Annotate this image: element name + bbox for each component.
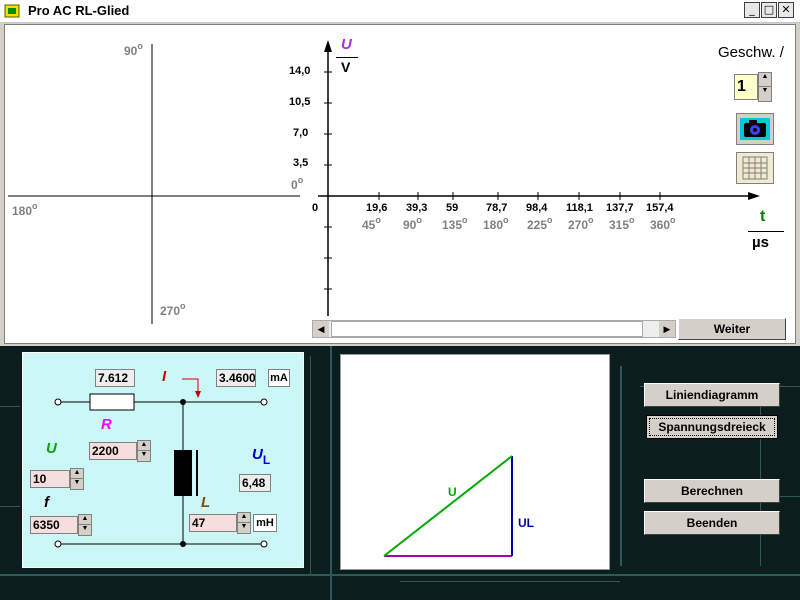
angle-tick-label: 45o — [362, 215, 381, 232]
resistance-spinner[interactable]: ▲ ▼ — [137, 440, 151, 462]
angle-tick-label: 270o — [568, 215, 594, 232]
spannungsdreieck-button[interactable]: Spannungsdreieck — [646, 415, 778, 439]
ul-vector-label: UL — [518, 516, 534, 530]
angle-label-270: 270o — [160, 301, 186, 318]
voltage-symbol: U — [46, 440, 57, 457]
weiter-button[interactable]: Weiter — [678, 318, 786, 340]
voltage-triangle — [383, 455, 513, 557]
minimize-button[interactable]: _ — [744, 2, 760, 18]
time-scrollbar[interactable]: ◀ ▶ — [312, 320, 676, 338]
angle-label-180: 180o — [12, 201, 38, 218]
frequency-spinner[interactable]: ▲ ▼ — [78, 514, 92, 536]
x-unit-symbol: t — [760, 208, 766, 225]
title-bar: Pro AC RL-Glied _ □ ✕ — [0, 0, 800, 23]
angle-tick-label: 225o — [527, 215, 553, 232]
resistance-input[interactable]: 2200 — [89, 442, 137, 460]
speed-input[interactable]: 1 — [734, 74, 758, 100]
berechnen-button[interactable]: Berechnen — [644, 479, 780, 503]
inductance-spinner[interactable]: ▲ ▼ — [237, 512, 251, 534]
angle-label-90: 90o — [124, 41, 143, 58]
grid-toggle-button[interactable] — [736, 152, 774, 184]
u-vector-label: U — [448, 485, 457, 499]
y-unit-label: V — [341, 59, 351, 75]
voltage-spinner[interactable]: ▲ ▼ — [70, 468, 84, 490]
inductor-voltage-field[interactable]: 6,48 — [239, 474, 271, 492]
x-tick-label: 59 — [446, 202, 459, 214]
x-tick-label: 137,7 — [606, 202, 634, 214]
x-unit-label: µs — [752, 234, 769, 251]
frequency-symbol: f — [44, 494, 49, 511]
current-unit: mA — [268, 369, 290, 387]
window-title: Pro AC RL-Glied — [28, 3, 130, 18]
close-button[interactable]: ✕ — [778, 2, 794, 18]
inductor-voltage-symbol: UL — [252, 446, 271, 467]
angle-tick-label: 180o — [483, 215, 509, 232]
app-icon — [4, 4, 20, 18]
x-tick-label: 157,4 — [646, 202, 674, 214]
x-tick-label: 118,1 — [566, 202, 593, 214]
snapshot-button[interactable] — [736, 113, 774, 145]
x-tick-label: 19,6 — [366, 202, 388, 214]
inductor-symbol: L — [201, 494, 211, 511]
speed-spinner[interactable]: ▲ ▼ — [758, 72, 772, 102]
y-tick-label: 3,5 — [293, 157, 309, 169]
x-tick-label: 78,7 — [486, 202, 508, 214]
current-value-field[interactable]: 3.4600 — [216, 369, 256, 387]
inductance-unit: mH — [253, 514, 277, 532]
grid-icon — [742, 156, 768, 180]
angle-tick-label: 135o — [442, 215, 468, 232]
current-symbol: I — [162, 368, 167, 385]
liniendiagramm-button[interactable]: Liniendiagramm — [644, 383, 780, 407]
frequency-input[interactable]: 6350 — [30, 516, 78, 534]
speed-label: Geschw. / — [718, 44, 784, 61]
phasor-circle-axes — [8, 44, 300, 324]
y-unit-fraction-line — [336, 57, 358, 58]
resistor-current-field[interactable]: 7.612 — [95, 369, 135, 387]
scroll-thumb[interactable] — [331, 321, 643, 337]
resistor-symbol: R — [101, 416, 112, 433]
origin-label: 0 — [312, 202, 319, 214]
y-unit-symbol: U — [341, 36, 352, 53]
maximize-button[interactable]: □ — [761, 2, 777, 18]
y-tick-label: 10,5 — [289, 96, 311, 108]
camera-icon — [740, 118, 770, 140]
line-diagram-axes — [318, 40, 760, 316]
x-unit-fraction-line — [748, 231, 784, 232]
scroll-left-button[interactable]: ◀ — [313, 321, 329, 337]
voltage-input[interactable]: 10 — [30, 470, 70, 488]
inductance-input[interactable]: 47 — [189, 514, 237, 532]
angle-tick-label: 315o — [609, 215, 635, 232]
angle-tick-label: 90o — [403, 215, 422, 232]
angle-tick-label: 360o — [650, 215, 676, 232]
scroll-right-button[interactable]: ▶ — [659, 321, 675, 337]
y-tick-label: 7,0 — [293, 127, 309, 139]
x-tick-label: 98,4 — [526, 202, 548, 214]
x-tick-label: 39,3 — [406, 202, 428, 214]
beenden-button[interactable]: Beenden — [644, 511, 780, 535]
y-tick-label: 14,0 — [289, 65, 311, 77]
